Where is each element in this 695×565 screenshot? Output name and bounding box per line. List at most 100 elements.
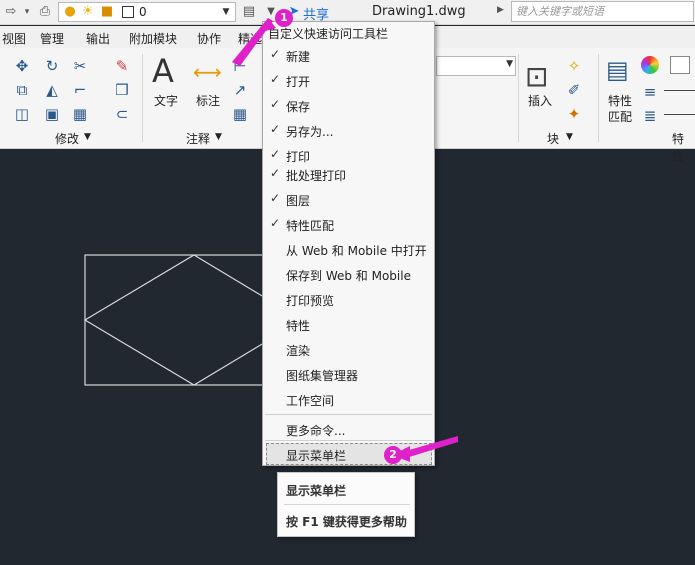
lock-icon[interactable]: ■ xyxy=(98,3,116,21)
menu-item-save-as[interactable]: ✓ 另存为... xyxy=(263,119,434,143)
check-icon: ✓ xyxy=(270,191,281,205)
menu-item-featured[interactable]: 精选 xyxy=(238,30,262,47)
panel-label-modify[interactable]: 修改 xyxy=(55,130,79,147)
insert-button-label[interactable]: 插入 xyxy=(528,92,552,109)
text-icon[interactable]: A xyxy=(152,52,174,90)
menu-item-more-commands[interactable]: 更多命令... xyxy=(263,418,434,442)
menu-item-output[interactable]: 输出 xyxy=(86,30,110,47)
scale-icon[interactable]: ▣ xyxy=(42,104,62,124)
color-swatch[interactable] xyxy=(670,56,690,74)
menu-item-addons[interactable]: 附加模块 xyxy=(129,30,177,47)
menu-item-label: 渲染 xyxy=(286,344,311,358)
menu-item-render[interactable]: 渲染 xyxy=(263,338,434,362)
menu-item-match-properties[interactable]: ✓ 特性匹配 xyxy=(263,213,434,237)
chevron-down-icon[interactable]: ▼ xyxy=(566,132,573,142)
array-icon[interactable]: ▦ xyxy=(70,104,90,124)
erase-icon[interactable]: ✎ xyxy=(112,56,132,76)
explode-icon[interactable]: ❒ xyxy=(112,80,132,100)
check-icon: ✓ xyxy=(270,47,281,61)
panel-label-block[interactable]: 块 xyxy=(547,130,559,147)
panel-divider xyxy=(518,54,519,142)
layer-properties-icon[interactable]: ▤ xyxy=(240,3,258,21)
stretch-icon[interactable]: ◫ xyxy=(12,104,32,124)
sun-icon[interactable]: ☀ xyxy=(79,3,97,21)
panel-divider xyxy=(598,54,599,142)
menu-item-new[interactable]: ✓ 新建 xyxy=(263,44,434,68)
expand-arrow-icon[interactable]: ▶ xyxy=(497,5,504,15)
lineweight-icon[interactable]: ≡ xyxy=(640,82,660,102)
menu-item-properties[interactable]: 特性 xyxy=(263,313,434,337)
check-icon: ✓ xyxy=(270,166,281,180)
lineweight-line xyxy=(664,90,695,91)
panel-label-annotation[interactable]: 注释 xyxy=(186,130,210,147)
customize-quick-access-menu: 自定义快速访问工具栏 ✓ 新建 ✓ 打开 ✓ 保存 ✓ 另存为... ✓ 打印 … xyxy=(262,21,435,466)
menu-item-batch-print[interactable]: ✓ 批处理打印 xyxy=(263,163,434,187)
menu-item-print-preview[interactable]: 打印预览 xyxy=(263,288,434,312)
edit-block-icon[interactable]: ✐ xyxy=(564,80,584,100)
plot-icon[interactable]: ⎙ xyxy=(36,3,54,21)
rotate-icon[interactable]: ↻ xyxy=(42,56,62,76)
menu-item-save-web-mobile[interactable]: 保存到 Web 和 Mobile xyxy=(263,263,434,287)
menu-item-label: 特性匹配 xyxy=(286,219,335,233)
menu-item-view[interactable]: 视图 xyxy=(2,30,26,47)
check-icon: ✓ xyxy=(270,72,281,86)
trim-icon[interactable]: ✂ xyxy=(70,56,90,76)
check-icon: ✓ xyxy=(270,216,281,230)
copy-icon[interactable]: ⧉ xyxy=(12,80,32,100)
linetype-line xyxy=(664,114,695,115)
tooltip-divider xyxy=(284,504,410,505)
menu-item-label: 打开 xyxy=(286,75,311,89)
layer-value: 0 xyxy=(139,5,147,19)
menu-item-collaborate[interactable]: 协作 xyxy=(197,30,221,47)
chevron-down-icon[interactable]: ▼ xyxy=(506,59,513,69)
menu-separator xyxy=(265,414,432,415)
menu-item-show-menubar[interactable]: 显示菜单栏 xyxy=(266,443,432,465)
move-icon[interactable]: ✥ xyxy=(12,56,32,76)
menu-item-open-web-mobile[interactable]: 从 Web 和 Mobile 中打开 xyxy=(263,238,434,262)
check-icon: ✓ xyxy=(270,147,281,161)
menu-item-sheet-set-manager[interactable]: 图纸集管理器 xyxy=(263,363,434,387)
leader-icon[interactable]: ↗ xyxy=(230,80,250,100)
mirror-icon[interactable]: ◭ xyxy=(42,80,62,100)
drawing-title: Drawing1.dwg xyxy=(372,4,466,19)
offset-icon[interactable]: ⊂ xyxy=(112,104,132,124)
block-attribute-icon[interactable]: ✦ xyxy=(564,104,584,124)
tooltip-title: 显示菜单栏 xyxy=(286,484,347,498)
chevron-down-icon[interactable]: ▼ xyxy=(84,132,91,142)
match-properties-icon[interactable]: ▤ xyxy=(606,56,629,84)
menu-item-label: 保存 xyxy=(286,100,311,114)
tooltip: 显示菜单栏 按 F1 键获得更多帮助 xyxy=(277,472,415,537)
dimension-button-label[interactable]: 标注 xyxy=(196,92,220,109)
menu-item-save[interactable]: ✓ 保存 xyxy=(263,94,434,118)
menu-item-label: 保存到 Web 和 Mobile xyxy=(286,269,411,283)
chevron-down-icon[interactable]: ▼ xyxy=(219,4,233,20)
create-block-icon[interactable]: ✧ xyxy=(564,56,584,76)
table-icon[interactable]: ▦ xyxy=(230,104,250,124)
insert-block-icon[interactable]: ⊡ xyxy=(525,60,548,93)
menu-item-workspace[interactable]: 工作空间 xyxy=(263,388,434,412)
menu-item-open[interactable]: ✓ 打开 xyxy=(263,69,434,93)
color-wheel-icon[interactable] xyxy=(641,56,659,74)
check-icon: ✓ xyxy=(270,97,281,111)
annotation-badge-1: 1 xyxy=(275,9,293,27)
annotation-badge-2: 2 xyxy=(384,446,402,464)
menu-item-label: 批处理打印 xyxy=(286,169,347,183)
menu-item-layer[interactable]: ✓ 图层 xyxy=(263,188,434,212)
redo-dropdown-icon[interactable]: ▾ xyxy=(18,3,36,21)
linetype-icon[interactable]: ≣ xyxy=(640,106,660,126)
match-properties-label-1[interactable]: 特性 xyxy=(608,92,632,109)
menu-item-label: 更多命令... xyxy=(286,424,346,438)
layer-combo[interactable]: ● ☀ ■ 0 ▼ xyxy=(58,2,236,22)
search-input[interactable]: 键入关键字或短语 xyxy=(511,1,694,22)
text-button-label[interactable]: 文字 xyxy=(154,92,178,109)
linear-dim-icon[interactable]: ⊢ xyxy=(230,56,250,76)
menu-item-manage[interactable]: 管理 xyxy=(40,30,64,47)
chevron-down-icon[interactable]: ▼ xyxy=(215,132,222,142)
ribbon-combo[interactable]: ▼ xyxy=(436,56,516,76)
match-properties-label-2[interactable]: 匹配 xyxy=(608,108,632,125)
panel-divider xyxy=(142,54,143,142)
fillet-icon[interactable]: ⌐ xyxy=(70,80,90,100)
dimension-icon[interactable]: ⟷ xyxy=(193,60,222,84)
lightbulb-icon[interactable]: ● xyxy=(61,3,79,21)
menu-item-label: 特性 xyxy=(286,319,311,333)
